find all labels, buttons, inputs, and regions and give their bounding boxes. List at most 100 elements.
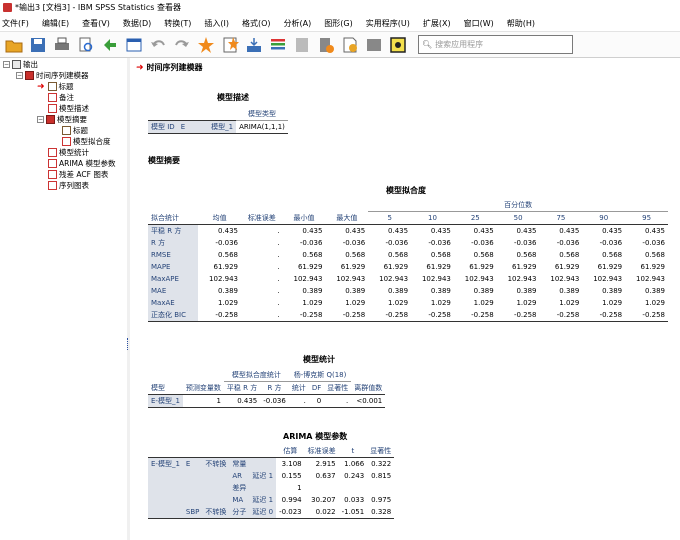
row-label xyxy=(182,470,203,482)
collapse-icon[interactable]: − xyxy=(37,116,44,123)
open-folder-icon[interactable] xyxy=(4,35,24,55)
save-icon[interactable] xyxy=(28,35,48,55)
table-cell: -0.258 xyxy=(215,311,238,319)
tree-item-title[interactable]: ➜ 标题 xyxy=(37,81,74,92)
menu-utilities[interactable]: 实用程序(U) xyxy=(366,18,410,29)
table-cell: 0.322 xyxy=(371,460,392,468)
table-cell: 0.389 xyxy=(473,287,494,295)
table-cell: 0.568 xyxy=(473,251,494,259)
designate-window-icon[interactable] xyxy=(340,35,360,55)
tree-item-notes[interactable]: 备注 xyxy=(48,92,74,103)
table-cell: 102.943 xyxy=(550,275,580,283)
stats-col-header: 离群值数 xyxy=(354,383,383,392)
menu-graphs[interactable]: 图形(G) xyxy=(324,18,352,29)
viewer-content: − 输出 − 时间序列建模器 ➜ 标题 备注 模型描述 − 模型摘要 标题 模型拟合度 … xyxy=(0,58,680,540)
row-label: 分子 xyxy=(229,506,250,519)
goto-variable-icon[interactable] xyxy=(220,35,240,55)
print-icon[interactable] xyxy=(52,35,72,55)
table-cell: -0.258 xyxy=(513,311,537,319)
table-cell: -0.036 xyxy=(642,239,665,247)
insert-cases-icon[interactable] xyxy=(244,35,264,55)
table-cell: 0.568 xyxy=(217,251,238,259)
document-icon[interactable] xyxy=(292,35,312,55)
table-cell: -0.258 xyxy=(556,311,580,319)
menu-file[interactable]: 文件(F) xyxy=(2,18,29,29)
tree-item-model-summary[interactable]: − 模型摘要 xyxy=(37,114,87,125)
show-icon[interactable] xyxy=(388,35,408,55)
table-cell: 102.943 xyxy=(379,275,409,283)
arima-col-header: 标准误差 xyxy=(307,447,336,455)
print-preview-icon[interactable] xyxy=(76,35,96,55)
tree-root[interactable]: − 输出 xyxy=(3,59,38,70)
menu-edit[interactable]: 编辑(E) xyxy=(42,18,69,29)
arima-params-title: ARIMA 模型参数 xyxy=(283,432,348,441)
variables-icon[interactable] xyxy=(268,35,288,55)
table-cell: 0.435 xyxy=(559,227,580,235)
search-input[interactable]: 🔍︎ 搜索应用程序 xyxy=(418,35,573,54)
spacer-cell xyxy=(229,445,249,458)
tree-item-subtitle[interactable]: 标题 xyxy=(62,125,88,136)
table-cell: -0.258 xyxy=(342,311,366,319)
menu-analyze[interactable]: 分析(A) xyxy=(284,18,312,29)
row-label: RMSE xyxy=(148,249,199,261)
table-cell: 61.929 xyxy=(554,263,580,271)
tree-item-model-desc[interactable]: 模型描述 xyxy=(48,103,89,114)
tree-item-model-stats[interactable]: 模型统计 xyxy=(48,147,89,158)
table-cell: -0.036 xyxy=(342,239,366,247)
tree-item-label: 模型摘要 xyxy=(57,115,87,124)
table-cell: -0.258 xyxy=(299,311,323,319)
table-cell: . xyxy=(277,239,280,247)
redo-icon[interactable] xyxy=(172,35,192,55)
row-label: 延迟 1 xyxy=(249,494,277,506)
menu-format[interactable]: 格式(O) xyxy=(242,18,271,29)
table-cell: 1.029 xyxy=(602,299,623,307)
menu-help[interactable]: 帮助(H) xyxy=(507,18,535,29)
row-label: AR xyxy=(229,470,250,482)
outline-pane: − 输出 − 时间序列建模器 ➜ 标题 备注 模型描述 − 模型摘要 标题 模型拟合度 … xyxy=(0,58,128,540)
table-cell: 0.435 xyxy=(217,227,238,235)
menu-insert[interactable]: 插入(I) xyxy=(204,18,229,29)
spacer-cell xyxy=(183,445,202,458)
table-row: MaxAE 1.029. 1.029 1.029 1.029 1.029 1.029 1.02… xyxy=(148,297,668,309)
menu-extensions[interactable]: 扩展(X) xyxy=(423,18,451,29)
title-bar: *输出3 [文档3] - IBM SPSS Statistics 查看器 xyxy=(0,0,680,15)
menu-transform[interactable]: 转换(T) xyxy=(164,18,191,29)
menu-data[interactable]: 数据(D) xyxy=(123,18,151,29)
table-cell: 1.029 xyxy=(516,299,537,307)
hide-icon[interactable] xyxy=(364,35,384,55)
collapse-icon[interactable]: − xyxy=(3,61,10,68)
menu-window[interactable]: 窗口(W) xyxy=(464,18,494,29)
table-cell: <0.001 xyxy=(356,397,383,405)
model-stats-table: 模型拟合度统计 杨-博克斯 Q(18) 模型 预测变量数 平稳 R 方 R 方 统计 DF… xyxy=(148,369,386,408)
table-cell xyxy=(305,482,339,494)
tree-item-arima-params[interactable]: ARIMA 模型参数 xyxy=(48,158,116,169)
row-label: R 方 xyxy=(148,237,199,249)
tree-item-series-chart[interactable]: 序列图表 xyxy=(48,180,89,191)
table-icon xyxy=(48,104,57,113)
row-label: 平稳 R 方 xyxy=(148,224,199,237)
table-row: R 方 -0.036. -0.036 -0.036 -0.036 -0.036 -0.036… xyxy=(148,237,668,249)
menu-view[interactable]: 查看(V) xyxy=(82,18,110,29)
export-icon[interactable] xyxy=(100,35,120,55)
table-row: SBP 不转换 分子 延迟 0 -0.023 0.022 -1.051 0.328 xyxy=(148,506,395,519)
tree-item-residual-acf[interactable]: 残差 ACF 图表 xyxy=(48,169,108,180)
row-label: MaxAE xyxy=(148,297,199,309)
table-cell xyxy=(367,482,394,494)
tree-proc[interactable]: − 时间序列建模器 xyxy=(16,70,89,81)
pane-splitter[interactable] xyxy=(127,58,130,540)
table-cell: . xyxy=(277,287,280,295)
table-cell: 30.207 xyxy=(311,496,336,504)
table-cell: -0.258 xyxy=(428,311,451,319)
goto-case-icon[interactable] xyxy=(196,35,216,55)
table-cell: 0.994 xyxy=(281,496,302,504)
dialog-recall-icon[interactable] xyxy=(124,35,144,55)
table-cell: 0.568 xyxy=(602,251,623,259)
script-icon[interactable] xyxy=(316,35,336,55)
table-cell: -0.036 xyxy=(556,239,580,247)
table-cell: -1.051 xyxy=(341,508,365,516)
collapse-icon[interactable]: − xyxy=(16,72,23,79)
output-pane: ➜ 时间序列建模器 模型描述 模型类型 模型 ID E 模型_1 ARIMA(1,… xyxy=(131,58,680,540)
table-cell: 1.029 xyxy=(345,299,366,307)
tree-item-model-fit[interactable]: 模型拟合度 xyxy=(62,136,111,147)
undo-icon[interactable] xyxy=(148,35,168,55)
